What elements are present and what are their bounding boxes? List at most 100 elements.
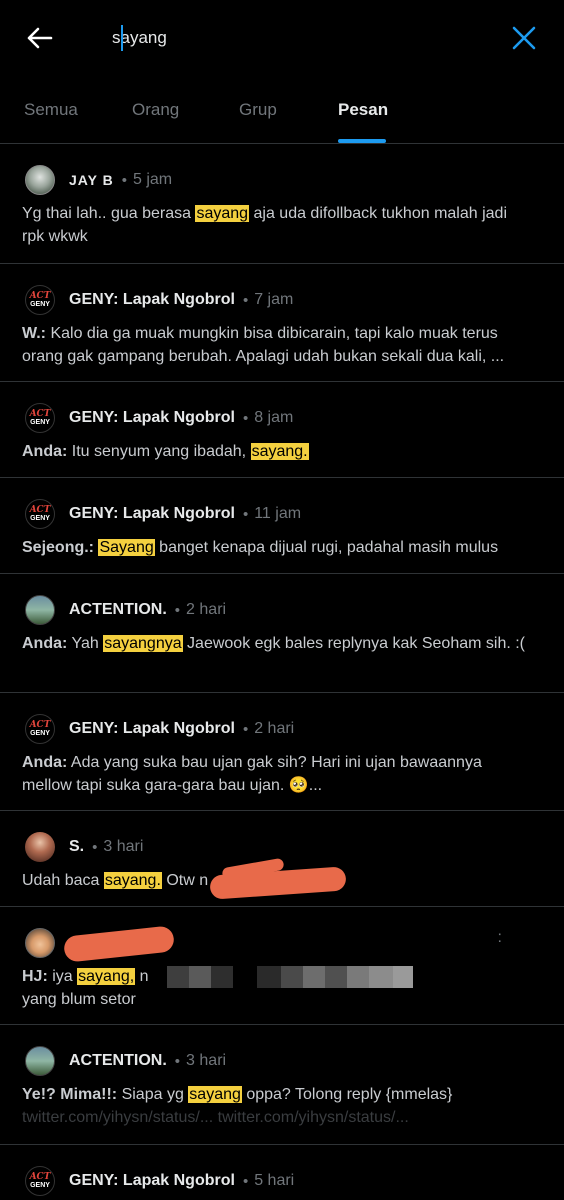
list-item[interactable]: JAY B • 5 jam Yg thai lah.. gua berasa s… xyxy=(0,144,564,264)
list-item[interactable]: ACT GENY GENY: Lapak Ngobrol • 8 jam Anda… xyxy=(0,382,564,478)
separator-dot: • xyxy=(242,1172,249,1190)
conversation-name: GENY: Lapak Ngobrol xyxy=(69,1172,235,1189)
avatar xyxy=(25,928,55,958)
list-item[interactable]: S. • 3 hari Udah baca sayang. Otw n xyxy=(0,811,564,907)
separator-dot: • xyxy=(92,838,98,856)
link-preview-text[interactable]: twitter.com/yihysn/status/... twitter.co… xyxy=(22,1109,409,1126)
avatar-logo-text: GENY xyxy=(30,418,50,426)
separator-dot: • xyxy=(174,1052,181,1070)
separator-dot: • xyxy=(242,720,249,738)
top-bar xyxy=(0,0,564,76)
message-snippet: Ye!? Mima!!: Siapa yg sayang oppa? Tolon… xyxy=(22,1083,542,1129)
avatar xyxy=(25,165,55,195)
pixelated-redaction xyxy=(166,965,189,988)
pixelated-redaction xyxy=(392,965,413,988)
pixelated-redaction xyxy=(188,965,211,988)
search-highlight: sayang, xyxy=(77,968,136,985)
search-highlight: sayang. xyxy=(103,872,162,889)
list-item[interactable]: ACT GENY GENY: Lapak Ngobrol • 2 hari And… xyxy=(0,693,564,811)
list-item[interactable]: ACT GENY GENY: Lapak Ngobrol • 7 jam W.: … xyxy=(0,264,564,382)
sender-name: Ye!? Mima!!: xyxy=(22,1086,118,1103)
search-highlight: sayangnya xyxy=(103,635,183,652)
avatar-logo-text: ACT xyxy=(29,719,51,730)
message-header: ACTENTION. • 3 hari xyxy=(22,1045,542,1077)
tab-semua[interactable]: Semua xyxy=(24,76,78,143)
avatar: ACT GENY xyxy=(25,499,55,529)
snippet-text: Jaewook egk bales replynya kak Seoham si… xyxy=(182,635,526,652)
message-header: ACT GENY GENY: Lapak Ngobrol • 2 hari xyxy=(22,713,542,745)
conversation-name: GENY: Lapak Ngobrol xyxy=(69,720,235,737)
separator-dot: • xyxy=(242,291,249,309)
pixelated-redaction xyxy=(346,965,369,988)
message-time: 11 jam xyxy=(254,505,302,522)
tab-grup[interactable]: Grup xyxy=(239,76,277,143)
avatar-logo-text: GENY xyxy=(30,300,50,308)
sender-name: Anda: xyxy=(22,754,68,771)
search-tabs: Semua Orang Grup Pesan xyxy=(0,76,564,144)
list-item[interactable]: ACTENTION. • 2 hari Anda: Yah sayangnya … xyxy=(0,574,564,693)
avatar xyxy=(25,832,55,862)
message-time: 2 hari xyxy=(254,720,295,737)
snippet-text: Udah baca xyxy=(22,872,104,889)
conversation-name: GENY: Lapak Ngobrol xyxy=(69,291,235,308)
list-item[interactable]: ACT GENY GENY: Lapak Ngobrol • 5 hari xyxy=(0,1145,564,1200)
message-time: 2 hari xyxy=(186,601,227,618)
message-snippet: HJ: iya sayang, n yang blum setor xyxy=(22,965,542,1011)
clear-search-button[interactable] xyxy=(506,20,542,56)
snippet-text: iya xyxy=(52,968,78,985)
text-caret xyxy=(121,25,123,51)
message-snippet: Yg thai lah.. gua berasa sayang aja uda … xyxy=(22,202,542,248)
tab-orang[interactable]: Orang xyxy=(132,76,179,143)
back-button[interactable] xyxy=(22,20,58,56)
snippet-text: oppa? Tolong reply {mmelas} xyxy=(241,1086,453,1103)
message-time: 5 jam xyxy=(132,171,173,188)
sender-name: Anda: xyxy=(22,443,68,460)
sender-name: HJ: xyxy=(22,968,48,985)
active-tab-indicator xyxy=(338,139,386,143)
avatar-logo-text: ACT xyxy=(29,1171,51,1182)
arrow-left-icon xyxy=(27,27,53,49)
snippet-text: Otw n xyxy=(161,872,209,889)
pixelated-redaction xyxy=(210,965,233,988)
search-highlight: sayang. xyxy=(250,443,309,460)
message-header: ACT GENY GENY: Lapak Ngobrol • 11 jam xyxy=(22,498,542,530)
message-snippet: W.: Kalo dia ga muak mungkin bisa dibica… xyxy=(22,322,542,368)
pixelated-redaction xyxy=(232,965,257,988)
pixelated-redaction xyxy=(302,965,325,988)
message-header: ACTENTION. • 2 hari xyxy=(22,594,542,626)
avatar-logo-text: GENY xyxy=(30,1181,50,1189)
list-item[interactable]: ACTENTION. • 3 hari Ye!? Mima!!: Siapa y… xyxy=(0,1025,564,1145)
snippet-text: Itu senyum yang ibadah, xyxy=(71,443,251,460)
message-header: S. • 3 hari xyxy=(22,831,542,863)
avatar-logo-text: ACT xyxy=(29,290,51,301)
avatar xyxy=(25,1046,55,1076)
snippet-text: banget kenapa dijual rugi, padahal masih… xyxy=(154,539,499,556)
more-menu-icon[interactable]: : xyxy=(498,929,502,947)
message-snippet: Anda: Yah sayangnya Jaewook egk bales re… xyxy=(22,632,542,655)
snippet-text: Yah xyxy=(71,635,104,652)
snippet-text: Ada yang suka bau ujan gak sih? Hari ini… xyxy=(22,754,482,794)
avatar-logo-text: ACT xyxy=(29,408,51,419)
avatar: ACT GENY xyxy=(25,403,55,433)
tab-pesan[interactable]: Pesan xyxy=(338,76,388,143)
snippet-text: n xyxy=(135,968,149,985)
pixelated-redaction xyxy=(324,965,347,988)
close-x-icon xyxy=(512,26,536,50)
snippet-text: yang blum setor xyxy=(22,991,136,1008)
message-snippet: Sejeong.: Sayang banget kenapa dijual ru… xyxy=(22,536,542,559)
search-input[interactable] xyxy=(112,28,482,48)
pixelated-redaction xyxy=(280,965,303,988)
conversation-name: GENY: Lapak Ngobrol xyxy=(69,409,235,426)
message-time: 3 hari xyxy=(186,1052,227,1069)
pixelated-redaction xyxy=(368,965,393,988)
message-snippet: Anda: Ada yang suka bau ujan gak sih? Ha… xyxy=(22,751,542,797)
message-header: JAY B • 5 jam xyxy=(22,164,542,196)
message-header: ACT GENY GENY: Lapak Ngobrol • 7 jam xyxy=(22,284,542,316)
conversation-name: ACTENTION. xyxy=(69,601,167,618)
list-item[interactable]: ACT GENY GENY: Lapak Ngobrol • 11 jam Sej… xyxy=(0,478,564,574)
message-results-list: JAY B • 5 jam Yg thai lah.. gua berasa s… xyxy=(0,144,564,1200)
separator-dot: • xyxy=(242,505,249,523)
message-time: 7 jam xyxy=(254,291,294,308)
list-item[interactable]: : HJ: iya sayang, n yang blum setor xyxy=(0,907,564,1025)
search-box xyxy=(112,18,482,58)
